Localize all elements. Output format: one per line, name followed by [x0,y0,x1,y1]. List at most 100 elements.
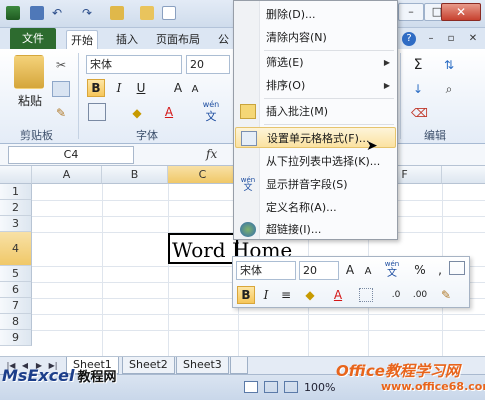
tab-file[interactable]: 文件 [10,28,56,49]
group-divider [78,53,79,139]
italic-button[interactable]: I [110,79,128,97]
phonetic-icon[interactable]: wén 文 [198,99,224,123]
close-window-button[interactable]: ✕ [441,3,481,21]
redo-icon[interactable]: ↷ [82,6,96,20]
paste-icon[interactable] [14,55,44,89]
tab-formulas[interactable]: 公 [214,30,233,49]
new-document-icon[interactable] [162,6,176,20]
grow-font-icon[interactable]: A [170,79,186,97]
row-header-8[interactable]: 8 [0,314,32,330]
mini-font-size-combo[interactable]: 20 [299,261,339,280]
mini-phonetic-icon[interactable]: wén 文 [381,260,403,279]
shrink-font-icon[interactable]: A [188,81,202,97]
column-header-c[interactable]: C [168,166,238,184]
row-header-2[interactable]: 2 [0,200,32,216]
save-icon[interactable] [30,6,44,20]
mini-shrink-font-icon[interactable]: A [359,263,377,281]
insert-function-icon[interactable]: fx [206,147,217,161]
mini-decrease-decimal-icon[interactable]: .00 [411,286,429,304]
column-header-b[interactable]: B [102,166,168,184]
mini-format-painter-icon[interactable]: ✎ [437,286,455,304]
sheet-tab-2[interactable]: Sheet2 [122,357,175,374]
zoom-level[interactable]: 100% [304,381,335,394]
phonetic-icon-top: wén [202,100,220,109]
sort-filter-icon[interactable]: ⇅ [440,55,458,73]
page-layout-view-icon[interactable] [264,381,278,393]
paste-quick-icon[interactable] [110,6,124,20]
mini-format-icon[interactable] [449,261,465,275]
font-size-combo[interactable]: 20 [186,55,230,74]
normal-view-icon[interactable] [244,381,258,393]
row-header-4[interactable]: 4 [0,232,32,266]
tab-page-layout[interactable]: 页面布局 [152,30,204,49]
mini-grow-font-icon[interactable]: A [341,261,359,279]
autosum-icon[interactable]: Σ [410,55,426,73]
mini-borders-icon[interactable] [359,288,373,302]
watermark-left-sub: 教程网 [77,370,117,385]
font-name-combo[interactable]: 宋体 [86,55,182,74]
menu-item-define-name[interactable]: 定义名称(A)... [235,197,396,218]
mini-comma-button[interactable]: , [431,261,449,279]
mini-percent-button[interactable]: % [411,261,429,279]
minimize-button[interactable]: – [398,3,424,21]
copy-icon[interactable] [52,81,70,97]
underline-button[interactable]: U [132,79,150,97]
menu-item-clear-contents[interactable]: 清除内容(N) [235,27,396,48]
mini-phonetic-top: wén [384,260,400,268]
row-header-6[interactable]: 6 [0,282,32,298]
mouse-cursor-icon: ➤ [366,138,378,154]
row-header-1[interactable]: 1 [0,184,32,200]
menu-item-show-phonetic[interactable]: wén 文 显示拼音字段(S) [235,174,396,195]
column-header-blank [442,166,485,184]
insert-sheet-icon[interactable] [230,357,248,374]
open-folder-icon[interactable] [140,6,154,20]
bold-button[interactable]: B [87,79,105,97]
tab-home[interactable]: 开始 [66,30,98,49]
mini-center-align-icon[interactable]: ≡ [277,286,295,304]
font-color-icon[interactable]: A [160,103,178,121]
ribbon-minimize-icon[interactable]: – [424,32,438,46]
paste-button-label[interactable]: 粘贴 [14,91,46,110]
group-label-clipboard: 剪贴板 [20,129,53,142]
page-break-view-icon[interactable] [284,381,298,393]
help-icon[interactable]: ? [402,32,416,46]
row-header-5[interactable]: 5 [0,266,32,282]
undo-icon[interactable]: ↶ [52,6,66,20]
mini-font-size-value: 20 [303,264,317,277]
ribbon-close-icon[interactable]: ✕ [466,32,480,46]
menu-item-sort[interactable]: 排序(O) ▶ [235,75,396,96]
menu-item-filter[interactable]: 筛选(E) ▶ [235,52,396,73]
submenu-arrow-icon: ▶ [383,58,390,67]
ribbon-restore-icon[interactable]: ▫ [444,32,458,46]
name-box[interactable]: C4 [8,146,134,164]
mini-fill-color-icon[interactable]: ◆ [301,286,319,304]
mini-italic-button[interactable]: I [257,286,275,304]
menu-item-insert-comment[interactable]: 插入批注(M) [235,101,396,122]
menu-separator [264,50,394,51]
row-header-9[interactable]: 9 [0,330,32,346]
row-header-7[interactable]: 7 [0,298,32,314]
clear-icon[interactable]: ⌫ [410,103,428,121]
watermark-left: MsExcel 教程网 [2,366,117,385]
mini-font-color-icon[interactable]: A [329,286,347,304]
format-painter-icon[interactable]: ✎ [52,105,70,121]
mini-increase-decimal-icon[interactable]: .0 [387,286,405,304]
sheet-tab-3[interactable]: Sheet3 [176,357,229,374]
fill-icon[interactable]: ↓ [410,79,426,97]
mini-font-name-value: 宋体 [240,264,262,277]
menu-item-pick-from-list[interactable]: 从下拉列表中选择(K)... [235,151,396,172]
mini-bold-button[interactable]: B [237,286,255,304]
cut-icon[interactable]: ✂ [52,57,70,73]
fill-color-icon[interactable]: ◆ [128,103,146,121]
borders-icon[interactable] [88,103,106,121]
select-all-corner[interactable] [0,166,32,184]
find-select-icon[interactable]: ⌕ [440,79,458,97]
menu-item-hyperlink[interactable]: 超链接(I)... [235,219,396,240]
tab-insert[interactable]: 插入 [112,30,142,49]
row-header-3[interactable]: 3 [0,216,32,232]
mini-font-name-combo[interactable]: 宋体 [236,261,296,280]
menu-item-label: 从下拉列表中选择(K)... [266,155,381,168]
watermark-right: Office教程学习网 [336,362,460,380]
column-header-a[interactable]: A [32,166,102,184]
menu-item-delete[interactable]: 删除(D)... [235,4,396,25]
